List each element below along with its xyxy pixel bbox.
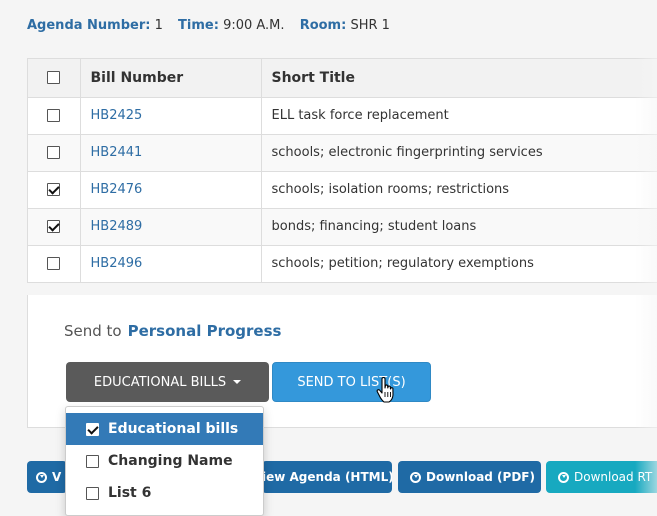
bill-link[interactable]: HB2496	[91, 256, 143, 271]
view-agenda-html-label: iew Agenda (HTML)	[262, 470, 392, 484]
table-row: HB2441 schools; electronic fingerprintin…	[28, 134, 657, 172]
bills-table: Bill Number Short Title HB2425 ELL task …	[27, 58, 657, 283]
send-to-line: Send to Personal Progress	[64, 322, 281, 340]
bill-link[interactable]: HB2425	[91, 108, 143, 123]
bill-link[interactable]: HB2489	[91, 219, 143, 234]
dropdown-item-educational-bills[interactable]: Educational bills	[66, 413, 263, 445]
dropdown-item-label: List 6	[108, 485, 152, 501]
list-dropdown-button[interactable]: EDUCATIONAL BILLS	[66, 362, 269, 402]
row-checkbox[interactable]	[47, 109, 61, 122]
time-label: Time:	[178, 18, 219, 33]
send-to-lists-button[interactable]: SEND TO LIST(S)	[272, 362, 431, 402]
dropdown-item-label: Changing Name	[108, 453, 233, 469]
send-target-name: Personal Progress	[127, 322, 282, 340]
table-header-row: Bill Number Short Title	[28, 59, 657, 98]
send-to-label: Send to	[64, 322, 122, 340]
table-row: HB2496 schools; petition; regulatory exe…	[28, 245, 657, 282]
row-checkbox[interactable]	[47, 146, 61, 159]
download-icon	[558, 471, 569, 483]
bill-short-title: schools; electronic fingerprinting servi…	[261, 134, 657, 172]
bill-link[interactable]: HB2476	[91, 182, 143, 197]
room-label: Room:	[299, 18, 347, 33]
download-pdf-label: Download (PDF)	[426, 470, 535, 484]
dropdown-item-checkbox[interactable]	[86, 486, 99, 500]
download-icon	[410, 471, 421, 483]
select-all-cell	[28, 59, 81, 98]
view-button-label: V	[52, 470, 62, 484]
table-row: HB2489 bonds; financing; student loans	[28, 208, 657, 246]
dropdown-item-list-6[interactable]: List 6	[66, 477, 263, 509]
dropdown-item-changing-name[interactable]: Changing Name	[66, 445, 263, 477]
view-agenda-html-button[interactable]: iew Agenda (HTML)	[262, 461, 392, 493]
download-rtf-label: Download RT	[574, 470, 653, 484]
bill-short-title: ELL task force replacement	[261, 97, 657, 135]
dropdown-item-checkbox[interactable]	[86, 422, 99, 436]
list-dropdown-label: EDUCATIONAL BILLS	[93, 374, 227, 390]
header-bill-number[interactable]: Bill Number	[80, 59, 262, 98]
dropdown-item-checkbox[interactable]	[86, 454, 99, 468]
view-button[interactable]: V	[27, 461, 67, 493]
hand-pointer-icon	[376, 377, 394, 403]
bill-link[interactable]: HB2441	[91, 145, 143, 160]
bill-short-title: bonds; financing; student loans	[261, 208, 657, 246]
dropdown-item-label: Educational bills	[108, 421, 239, 437]
row-checkbox[interactable]	[47, 220, 61, 233]
agenda-number-value: 1	[154, 18, 163, 33]
lists-dropdown-menu: Educational bills Changing Name List 6	[65, 406, 264, 516]
row-checkbox[interactable]	[47, 183, 61, 196]
time-value: 9:00 A.M.	[223, 18, 285, 33]
table-row: HB2476 schools; isolation rooms; restric…	[28, 171, 657, 209]
circle-arrow-icon	[36, 471, 47, 483]
table-row: HB2425 ELL task force replacement	[28, 97, 657, 135]
download-pdf-button[interactable]: Download (PDF)	[398, 461, 541, 493]
bill-short-title: schools; petition; regulatory exemptions	[271, 256, 534, 272]
header-short-title[interactable]: Short Title	[261, 59, 657, 98]
select-all-checkbox[interactable]	[47, 71, 61, 85]
row-checkbox[interactable]	[47, 257, 61, 271]
agenda-info: Agenda Number: 1 Time: 9:00 A.M. Room: S…	[27, 18, 390, 33]
agenda-number-label: Agenda Number:	[27, 18, 151, 33]
download-rtf-button[interactable]: Download RT	[546, 461, 657, 493]
caret-down-icon	[233, 380, 242, 384]
bill-short-title: schools; isolation rooms; restrictions	[261, 171, 657, 209]
room-value: SHR 1	[350, 18, 390, 33]
